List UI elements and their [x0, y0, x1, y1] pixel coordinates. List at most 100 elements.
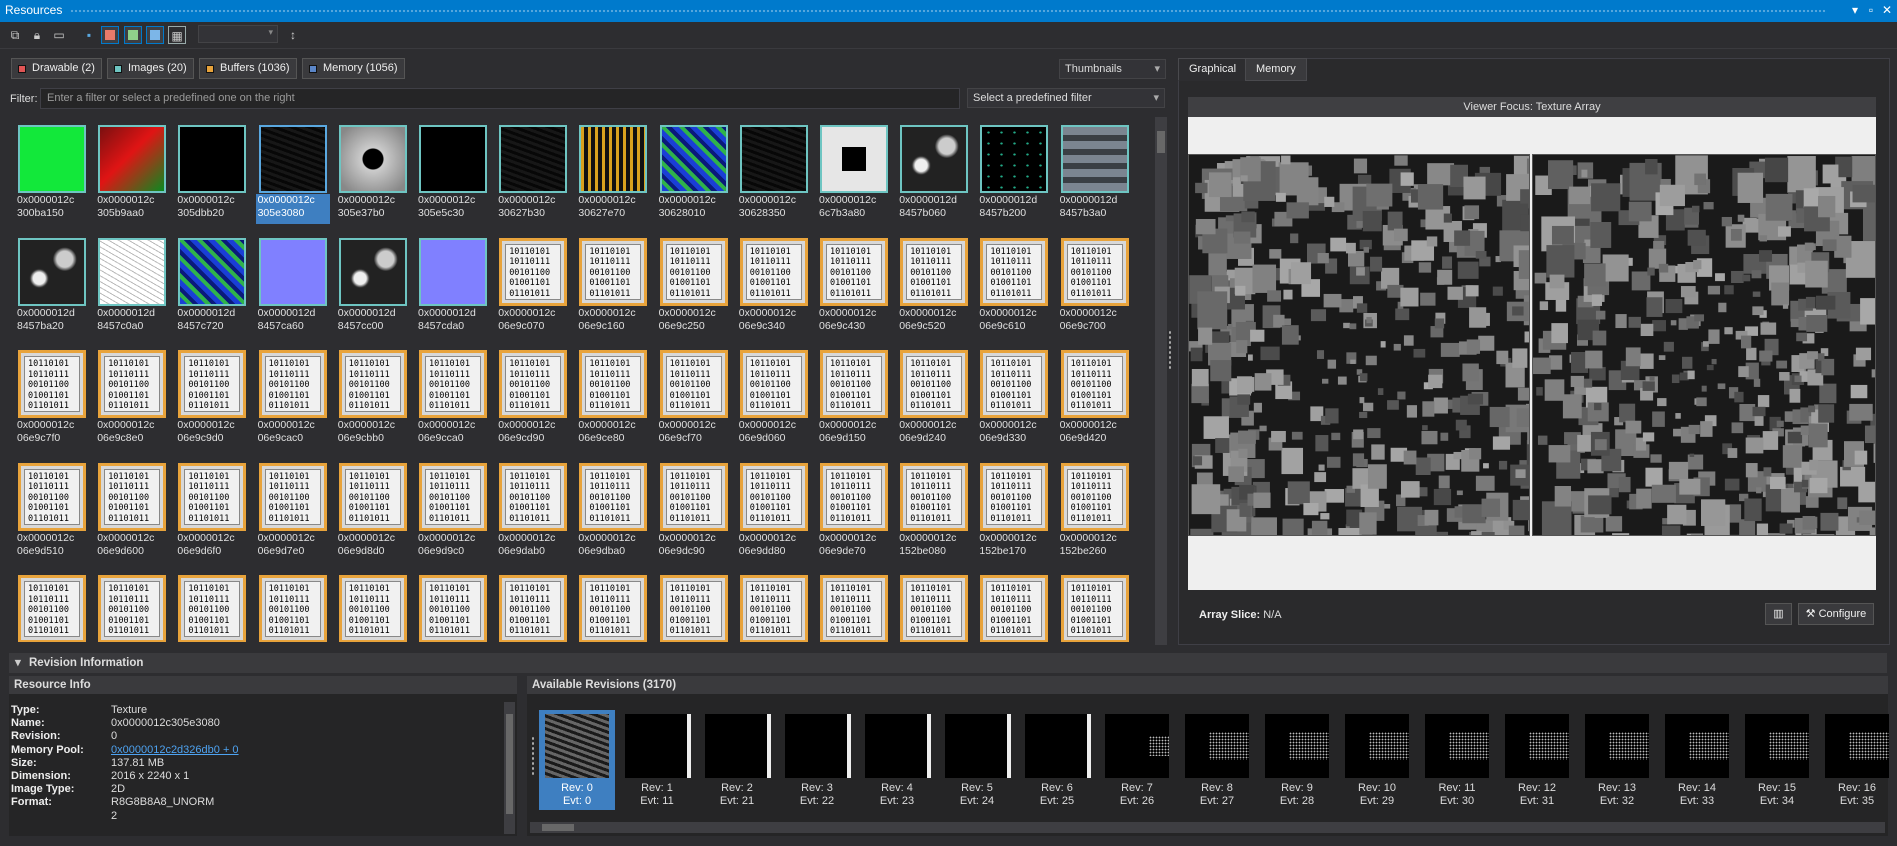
resource-thumbnail[interactable]: 10110101 10110111 00101100 01001101 0110… [977, 460, 1051, 566]
resource-thumbnail[interactable]: 0x0000012d 8457ba20 [15, 235, 89, 341]
resource-thumbnail[interactable]: 10110101 10110111 00101100 01001101 0110… [15, 347, 89, 453]
revision-item[interactable]: Rev: 13 Evt: 32 [1579, 710, 1655, 810]
resource-thumbnail[interactable]: 0x0000012d 8457b200 [977, 122, 1051, 228]
resource-thumbnail[interactable]: 10110101 10110111 00101100 01001101 0110… [576, 347, 650, 453]
memory-toggle-icon[interactable] [146, 26, 164, 44]
close-icon[interactable]: ✕ [1878, 1, 1896, 19]
resource-thumbnail[interactable]: 10110101 10110111 00101100 01001101 0110… [256, 572, 330, 642]
resource-thumbnail[interactable]: 0x0000012d 8457c720 [175, 235, 249, 341]
drawable-toggle-icon[interactable] [101, 26, 119, 44]
vertical-resize-icon[interactable]: ↕ [284, 26, 302, 44]
resource-thumbnail[interactable]: 10110101 10110111 00101100 01001101 0110… [175, 460, 249, 566]
bar-chart-button[interactable]: ▥ [1765, 603, 1792, 625]
resource-thumbnail[interactable]: 10110101 10110111 00101100 01001101 0110… [336, 347, 410, 453]
resource-thumbnail[interactable]: 10110101 10110111 00101100 01001101 0110… [496, 235, 570, 341]
resource-thumbnail[interactable]: 10110101 10110111 00101100 01001101 0110… [15, 460, 89, 566]
resource-thumbnail[interactable]: 0x0000012c 305e3080 [255, 122, 330, 228]
resource-thumbnail[interactable]: 10110101 10110111 00101100 01001101 0110… [1058, 235, 1132, 341]
resource-thumbnail[interactable]: 10110101 10110111 00101100 01001101 0110… [496, 460, 570, 566]
revision-item[interactable]: Rev: 3 Evt: 22 [779, 710, 855, 810]
tab-buffers[interactable]: Buffers (1036) [199, 58, 297, 79]
resource-thumbnail[interactable]: 0x0000012c 30627b30 [496, 122, 570, 228]
revisions-scrollbar-thumb[interactable] [542, 824, 574, 831]
resource-thumbnail[interactable]: 10110101 10110111 00101100 01001101 0110… [657, 235, 731, 341]
restore-windows-icon[interactable]: ⧉ [6, 26, 24, 44]
resource-thumbnail[interactable]: 0x0000012d 8457b3a0 [1058, 122, 1132, 228]
tab-memory-view[interactable]: Memory [1245, 58, 1307, 81]
resource-info-scrollbar-thumb[interactable] [506, 714, 513, 814]
revision-item[interactable]: Rev: 7 Evt: 26 [1099, 710, 1175, 810]
revision-item[interactable]: Rev: 16 Evt: 35 [1819, 710, 1895, 810]
lock-icon[interactable]: 🔒︎ [28, 26, 46, 44]
resource-thumbnail[interactable]: 10110101 10110111 00101100 01001101 0110… [576, 572, 650, 642]
resource-thumbnail[interactable]: 10110101 10110111 00101100 01001101 0110… [416, 460, 490, 566]
resource-thumbnail[interactable]: 10110101 10110111 00101100 01001101 0110… [336, 572, 410, 642]
resource-thumbnail[interactable]: 10110101 10110111 00101100 01001101 0110… [977, 235, 1051, 341]
predefined-filter-select[interactable]: Select a predefined filter [967, 88, 1165, 108]
resource-thumbnail[interactable]: 10110101 10110111 00101100 01001101 0110… [416, 347, 490, 453]
resource-thumbnail[interactable]: 10110101 10110111 00101100 01001101 0110… [817, 347, 891, 453]
resource-thumbnail[interactable]: 10110101 10110111 00101100 01001101 0110… [576, 460, 650, 566]
resource-thumbnail[interactable]: 0x0000012c 30627e70 [576, 122, 650, 228]
checker-icon[interactable]: ▦ [168, 26, 186, 44]
grid-scrollbar[interactable] [1155, 117, 1167, 645]
resource-thumbnail[interactable]: 0x0000012d 8457b060 [897, 122, 971, 228]
tab-memory[interactable]: Memory (1056) [302, 58, 405, 79]
resource-thumbnail[interactable]: 10110101 10110111 00101100 01001101 0110… [1058, 347, 1132, 453]
resource-thumbnail[interactable]: 10110101 10110111 00101100 01001101 0110… [737, 347, 811, 453]
view-mode-select[interactable]: Thumbnails [1059, 59, 1166, 79]
filter-input[interactable]: Enter a filter or select a predefined on… [40, 88, 960, 109]
revision-item[interactable]: Rev: 2 Evt: 21 [699, 710, 775, 810]
resource-thumbnail[interactable]: 10110101 10110111 00101100 01001101 0110… [817, 460, 891, 566]
resource-thumbnail[interactable]: 10110101 10110111 00101100 01001101 0110… [95, 460, 169, 566]
resource-thumbnail[interactable]: 10110101 10110111 00101100 01001101 0110… [175, 347, 249, 453]
title-bar-grip[interactable] [70, 9, 1827, 13]
resource-thumbnail[interactable]: 10110101 10110111 00101100 01001101 0110… [897, 572, 971, 642]
resource-thumbnail[interactable]: 10110101 10110111 00101100 01001101 0110… [1058, 572, 1132, 642]
revisions-scrollbar[interactable] [530, 822, 1885, 833]
resource-thumbnail[interactable]: 10110101 10110111 00101100 01001101 0110… [256, 347, 330, 453]
resource-thumbnail[interactable]: 10110101 10110111 00101100 01001101 0110… [897, 347, 971, 453]
save-icon[interactable]: ▪ [80, 26, 98, 44]
resource-thumbnail[interactable]: 10110101 10110111 00101100 01001101 0110… [817, 235, 891, 341]
resource-thumbnail[interactable]: 0x0000012c 305dbb20 [175, 122, 249, 228]
revision-item[interactable]: Rev: 6 Evt: 25 [1019, 710, 1095, 810]
resource-thumbnail[interactable]: 0x0000012d 8457cc00 [336, 235, 410, 341]
resource-thumbnail[interactable]: 0x0000012d 8457cda0 [416, 235, 490, 341]
revision-item[interactable]: Rev: 0 Evt: 0 [539, 710, 615, 810]
resource-thumbnail[interactable]: 10110101 10110111 00101100 01001101 0110… [1058, 460, 1132, 566]
resource-thumbnail[interactable]: 10110101 10110111 00101100 01001101 0110… [175, 572, 249, 642]
images-toggle-icon[interactable] [124, 26, 142, 44]
resource-thumbnail[interactable]: 10110101 10110111 00101100 01001101 0110… [496, 572, 570, 642]
tab-drawable[interactable]: Drawable (2) [11, 58, 102, 79]
resource-thumbnail[interactable]: 0x0000012c 6c7b3a80 [817, 122, 891, 228]
revision-splitter[interactable] [531, 736, 535, 776]
revision-item[interactable]: Rev: 9 Evt: 28 [1259, 710, 1335, 810]
revision-information-header[interactable]: Revision Information [9, 653, 1887, 673]
resource-thumbnail[interactable]: 10110101 10110111 00101100 01001101 0110… [817, 572, 891, 642]
resource-thumbnail[interactable]: 10110101 10110111 00101100 01001101 0110… [95, 347, 169, 453]
resource-thumbnail[interactable]: 0x0000012d 8457c0a0 [95, 235, 169, 341]
resource-thumbnail[interactable]: 0x0000012c 305e37b0 [336, 122, 410, 228]
resource-thumbnail[interactable]: 10110101 10110111 00101100 01001101 0110… [897, 235, 971, 341]
revision-item[interactable]: Rev: 14 Evt: 33 [1659, 710, 1735, 810]
resource-thumbnail[interactable]: 10110101 10110111 00101100 01001101 0110… [496, 347, 570, 453]
revision-item[interactable]: Rev: 11 Evt: 30 [1419, 710, 1495, 810]
resource-thumbnail[interactable]: 0x0000012c 300ba150 [15, 122, 89, 228]
revision-item[interactable]: Rev: 12 Evt: 31 [1499, 710, 1575, 810]
revision-item[interactable]: Rev: 15 Evt: 34 [1739, 710, 1815, 810]
texture-viewer[interactable]: Viewer Focus: Texture Array [1188, 97, 1876, 590]
resource-thumbnail[interactable]: 10110101 10110111 00101100 01001101 0110… [737, 572, 811, 642]
resource-info-scrollbar[interactable] [504, 702, 515, 834]
revision-item[interactable]: Rev: 1 Evt: 11 [619, 710, 695, 810]
resource-thumbnail[interactable]: 10110101 10110111 00101100 01001101 0110… [737, 235, 811, 341]
panel-splitter[interactable] [1168, 330, 1172, 370]
resource-thumbnail[interactable]: 10110101 10110111 00101100 01001101 0110… [657, 347, 731, 453]
revision-item[interactable]: Rev: 8 Evt: 27 [1179, 710, 1255, 810]
resource-thumbnail[interactable]: 10110101 10110111 00101100 01001101 0110… [15, 572, 89, 642]
toolbar-combo[interactable] [198, 25, 278, 43]
resource-thumbnail[interactable]: 10110101 10110111 00101100 01001101 0110… [977, 572, 1051, 642]
revision-item[interactable]: Rev: 4 Evt: 23 [859, 710, 935, 810]
tab-images[interactable]: Images (20) [107, 58, 194, 79]
resource-thumbnail[interactable]: 10110101 10110111 00101100 01001101 0110… [256, 460, 330, 566]
